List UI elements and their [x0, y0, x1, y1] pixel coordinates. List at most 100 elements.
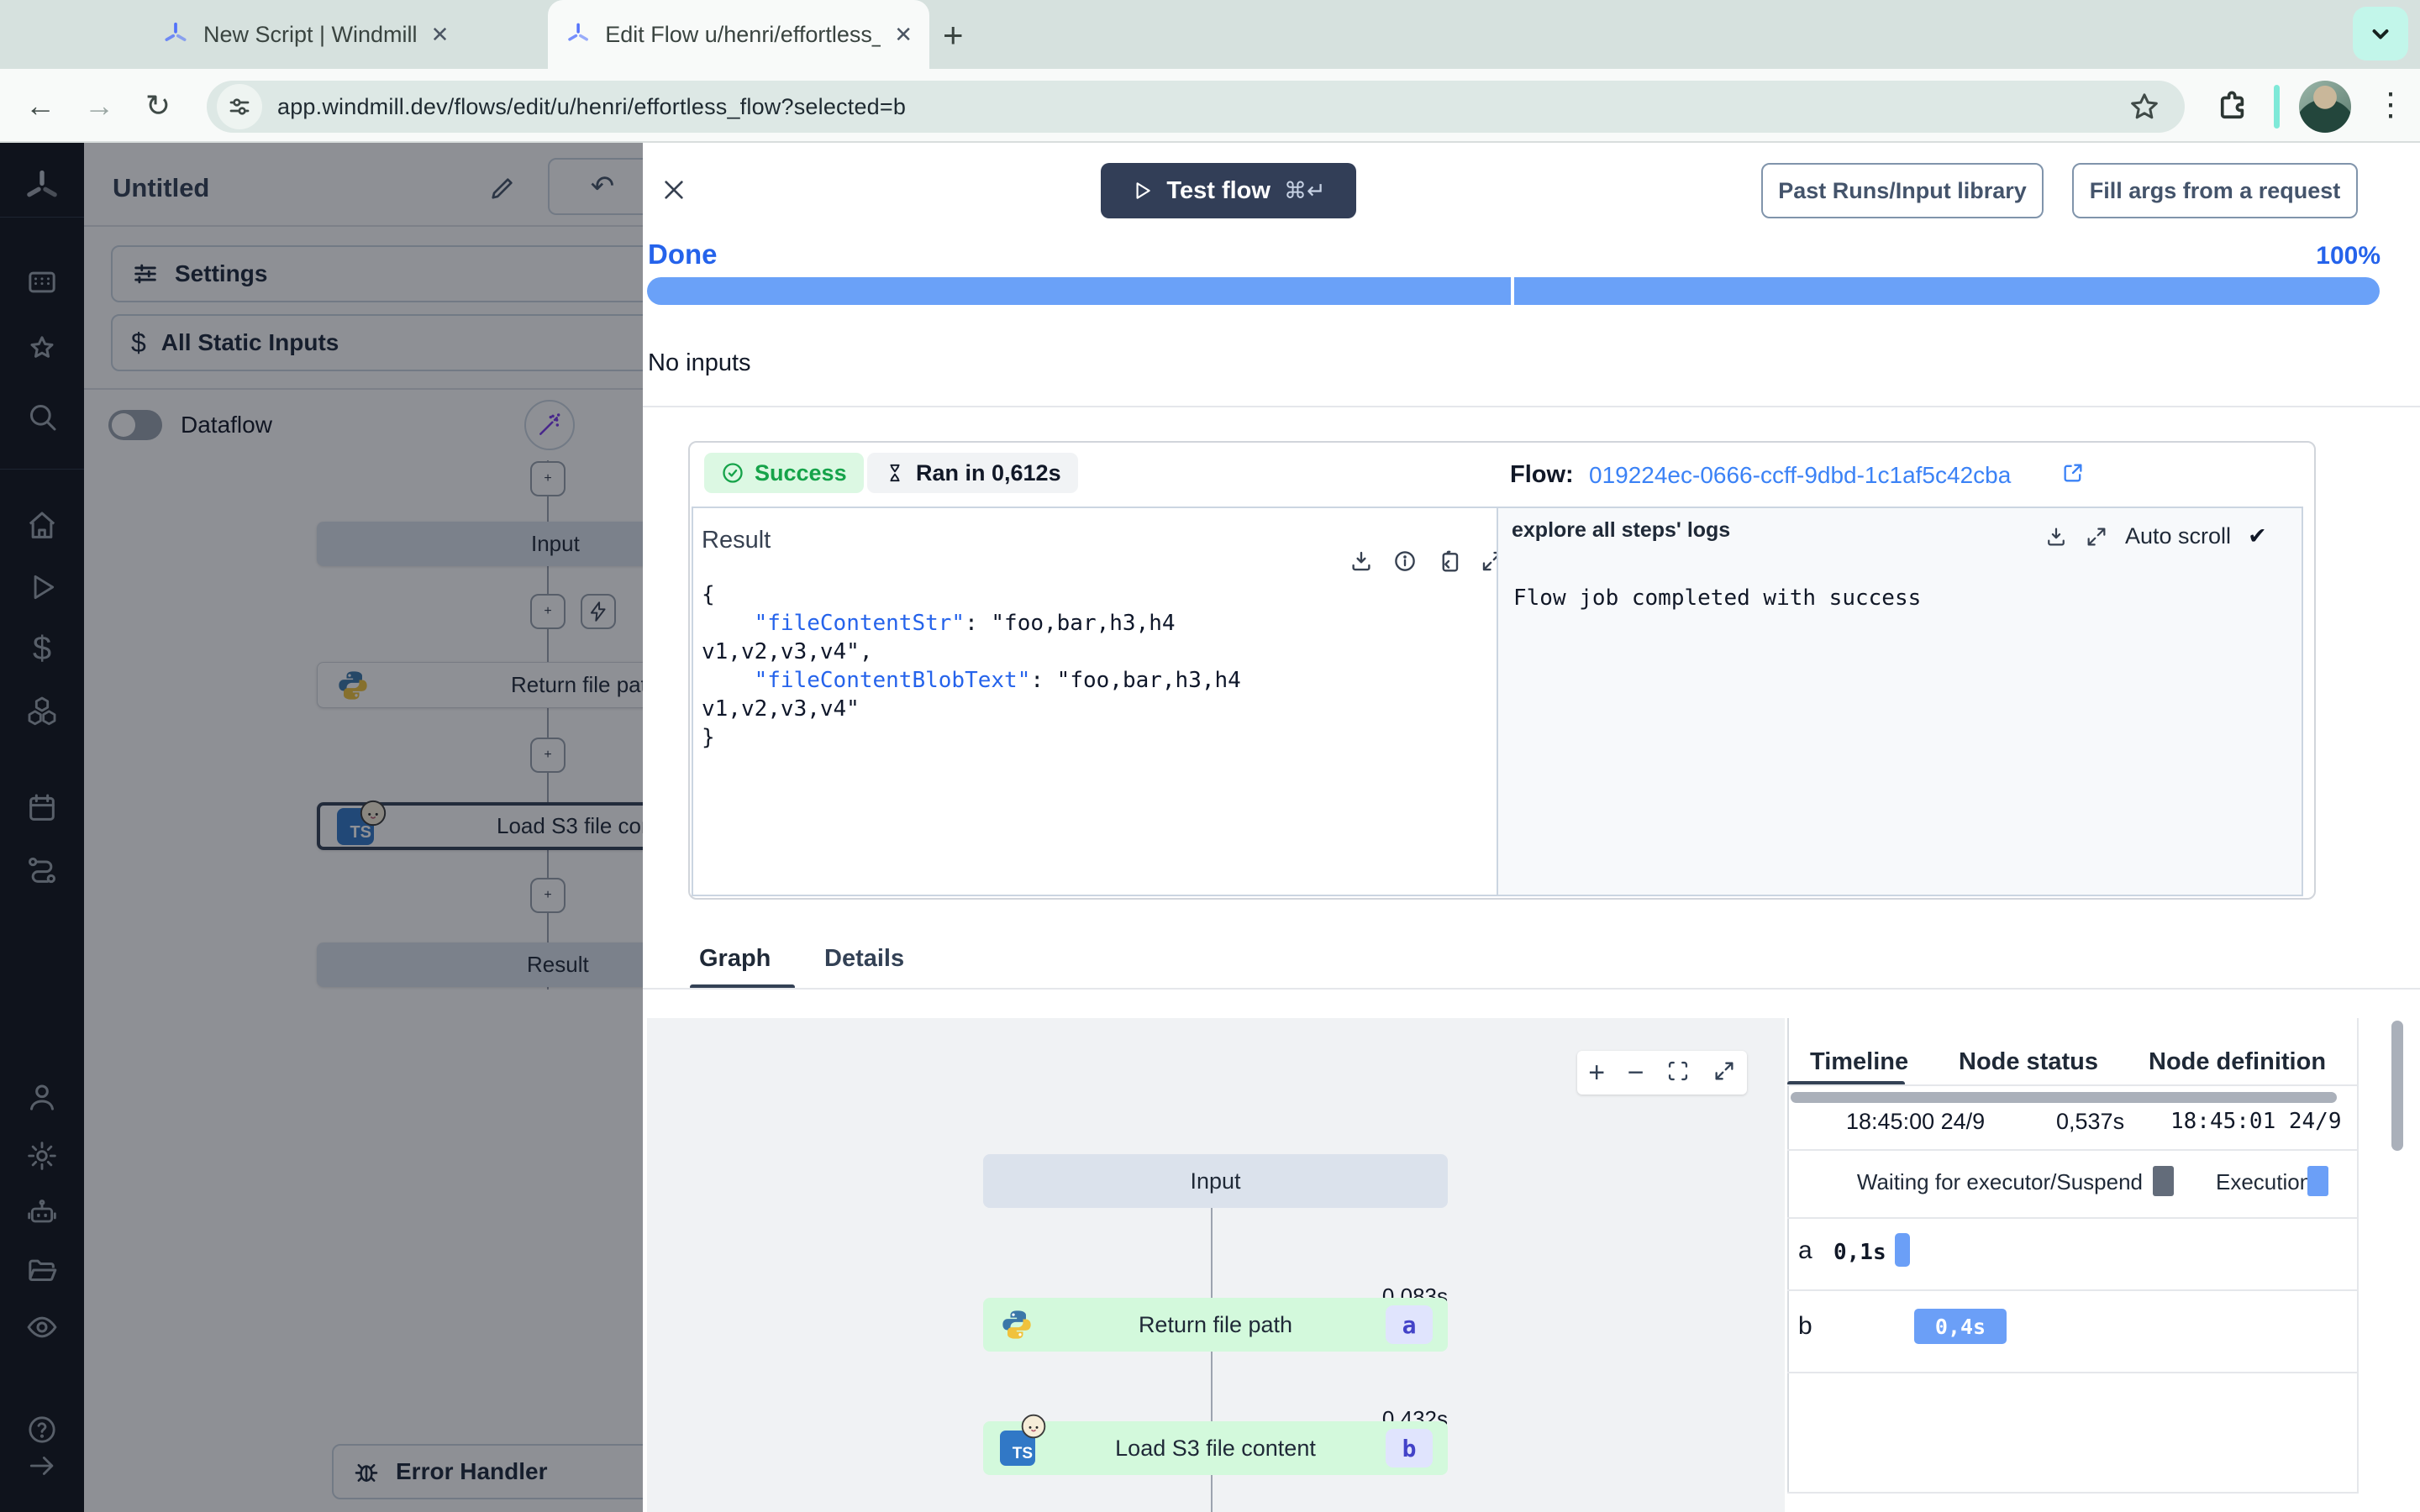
browser-tab-strip: New Script | Windmill ✕ Edit Flow u/henr… — [0, 0, 2420, 69]
logs-toolbar: Auto scroll ✔ — [2044, 523, 2267, 549]
progress-bar — [647, 277, 2380, 305]
timeline-end-time: 18:45:01 24/9 — [2170, 1109, 2342, 1134]
duration-badge: Ran in 0,612s — [867, 453, 1078, 493]
drawer-vertical-scrollbar[interactable] — [2391, 1021, 2403, 1151]
browser-tab-new-script[interactable]: New Script | Windmill ✕ — [145, 0, 531, 69]
step-id-badge: a — [1386, 1305, 1433, 1344]
log-line: Flow job completed with success — [1513, 585, 1922, 611]
windmill-app: $ Untitled ↶ Settings $ All Static Input… — [0, 143, 2420, 1512]
play-icon — [1136, 182, 1151, 199]
avatar[interactable] — [2299, 81, 2351, 133]
fullscreen-icon[interactable] — [1712, 1059, 1736, 1087]
info-icon[interactable] — [1392, 549, 1418, 574]
timeline-right-border — [2357, 1018, 2359, 1494]
bookmark-star-icon[interactable] — [2128, 90, 2161, 128]
fill-args-label: Fill args from a request — [2089, 177, 2341, 203]
job-result-card: Success Ran in 0,612s Flow: 019224ec-066… — [688, 441, 2316, 900]
graph-timeline-divider — [1787, 1018, 1789, 1494]
result-pane: Result { "fileContentStr": "foo,bar,h3,h… — [693, 508, 1502, 895]
past-runs-button[interactable]: Past Runs/Input library — [1761, 163, 2044, 218]
tab-node-status[interactable]: Node status — [1959, 1048, 2098, 1076]
flow-graph-panel[interactable]: + − Input 0,083s Return file path a 0,43… — [647, 1018, 1785, 1512]
download-icon[interactable] — [1349, 549, 1374, 574]
site-settings-icon[interactable] — [217, 84, 262, 129]
forward-button[interactable]: → — [81, 87, 118, 124]
test-flow-label: Test flow — [1166, 176, 1270, 204]
timeline-horizontal-scrollbar[interactable] — [1791, 1092, 2337, 1103]
zoom-in-icon[interactable]: + — [1588, 1057, 1605, 1089]
zoom-out-icon[interactable]: − — [1628, 1057, 1644, 1089]
graph-zoom-toolbar: + − — [1577, 1051, 1747, 1095]
progress-percent: 100% — [2316, 242, 2381, 270]
timeline-row-duration: 0,1s — [1833, 1240, 1886, 1265]
external-link-icon[interactable] — [2061, 461, 2085, 489]
download-icon[interactable] — [2044, 525, 2068, 549]
screen: New Script | Windmill ✕ Edit Flow u/henr… — [0, 0, 2420, 1512]
close-tab-icon[interactable]: ✕ — [894, 22, 913, 48]
close-drawer-icon[interactable] — [660, 176, 687, 207]
result-log-split: Result { "fileContentStr": "foo,bar,h3,h… — [692, 507, 2303, 896]
reload-button[interactable]: ↻ — [139, 87, 176, 124]
auto-scroll-checkbox[interactable]: ✔ — [2248, 523, 2267, 549]
bun-icon — [1021, 1414, 1046, 1439]
extensions-icon[interactable] — [2215, 89, 2250, 129]
browser-menu-icon[interactable]: ⋮ — [2375, 86, 2407, 123]
tab-title: New Script | Windmill — [203, 21, 418, 47]
check-circle-icon — [723, 463, 743, 483]
past-runs-label: Past Runs/Input library — [1778, 177, 2027, 203]
flow-id-link[interactable]: 019224ec-0666-ccff-9dbd-1c1af5c42cba — [1589, 462, 2011, 489]
timeline-total-duration: 0,537s — [2056, 1109, 2125, 1134]
logs-pane: explore all steps' logs Auto scroll ✔ Fl… — [1497, 508, 2302, 895]
result-json[interactable]: { "fileContentStr": "foo,bar,h3,h4 v1,v2… — [702, 580, 1483, 752]
timeline-row-id: a — [1798, 1236, 1812, 1264]
tab-graph[interactable]: Graph — [699, 945, 771, 973]
tab-timeline[interactable]: Timeline — [1810, 1048, 1908, 1076]
windmill-favicon — [568, 23, 588, 41]
result-toolbar — [1349, 549, 1505, 574]
toolbar-divider — [2274, 85, 2280, 129]
bar-duration-label: 0,4s — [1934, 1314, 1986, 1339]
graph-node-a[interactable]: Return file path a — [983, 1298, 1448, 1352]
shortcut-hint: ⌘↵ — [1283, 177, 1326, 203]
tab-title: Edit Flow u/henri/effortless_fl — [605, 21, 881, 47]
flow-id-label: Flow: — [1510, 461, 1574, 488]
graph-node-input[interactable]: Input — [983, 1154, 1448, 1208]
tab-details[interactable]: Details — [824, 945, 904, 973]
legend-waiting-swatch — [2153, 1166, 2174, 1196]
no-inputs-text: No inputs — [648, 349, 751, 376]
python-icon — [1002, 1310, 1031, 1339]
omnibox[interactable]: app.windmill.dev/flows/edit/u/henri/effo… — [207, 81, 2185, 133]
node-label: Return file path — [1138, 1311, 1293, 1337]
windmill-favicon — [165, 22, 187, 42]
legend-execution-label: Execution — [2216, 1169, 2312, 1194]
logs-title[interactable]: explore all steps' logs — [1512, 518, 1730, 543]
test-flow-button[interactable]: Test flow ⌘↵ — [1101, 163, 1356, 218]
step-id-badge: b — [1386, 1429, 1433, 1467]
chevron-down-icon — [2372, 29, 2389, 39]
back-button[interactable]: ← — [22, 87, 59, 124]
fit-view-icon[interactable] — [1666, 1059, 1690, 1087]
copy-clipboard-icon[interactable] — [1436, 549, 1461, 574]
graph-node-b[interactable]: TS Load S3 file content b — [983, 1414, 1448, 1475]
success-label: Success — [755, 459, 847, 486]
expand-icon[interactable] — [2085, 525, 2108, 549]
url-text: app.windmill.dev/flows/edit/u/henri/effo… — [277, 93, 907, 119]
duration-label: Ran in 0,612s — [916, 459, 1061, 486]
close-tab-icon[interactable]: ✕ — [431, 22, 450, 48]
hourglass-icon — [890, 464, 900, 482]
new-tab-icon[interactable]: + — [943, 15, 964, 55]
fill-args-button[interactable]: Fill args from a request — [2072, 163, 2358, 218]
legend-execution-swatch — [2307, 1166, 2328, 1196]
tab-node-definition[interactable]: Node definition — [2149, 1048, 2326, 1076]
drawer-backdrop[interactable] — [0, 143, 643, 1512]
timeline-row-id: b — [1798, 1312, 1812, 1340]
auto-scroll-label: Auto scroll — [2125, 523, 2232, 549]
tab-search-button[interactable] — [2353, 7, 2408, 60]
test-flow-drawer: Test flow ⌘↵ Past Runs/Input library Fil… — [643, 143, 2420, 1512]
node-label: Input — [1190, 1168, 1241, 1194]
status-badge: Success — [704, 453, 864, 493]
progress-step-divider — [1510, 277, 1514, 305]
browser-tab-edit-flow[interactable]: Edit Flow u/henri/effortless_fl ✕ — [548, 0, 929, 69]
node-label: Load S3 file content — [1115, 1435, 1316, 1461]
legend-waiting-label: Waiting for executor/Suspend — [1856, 1169, 2143, 1194]
